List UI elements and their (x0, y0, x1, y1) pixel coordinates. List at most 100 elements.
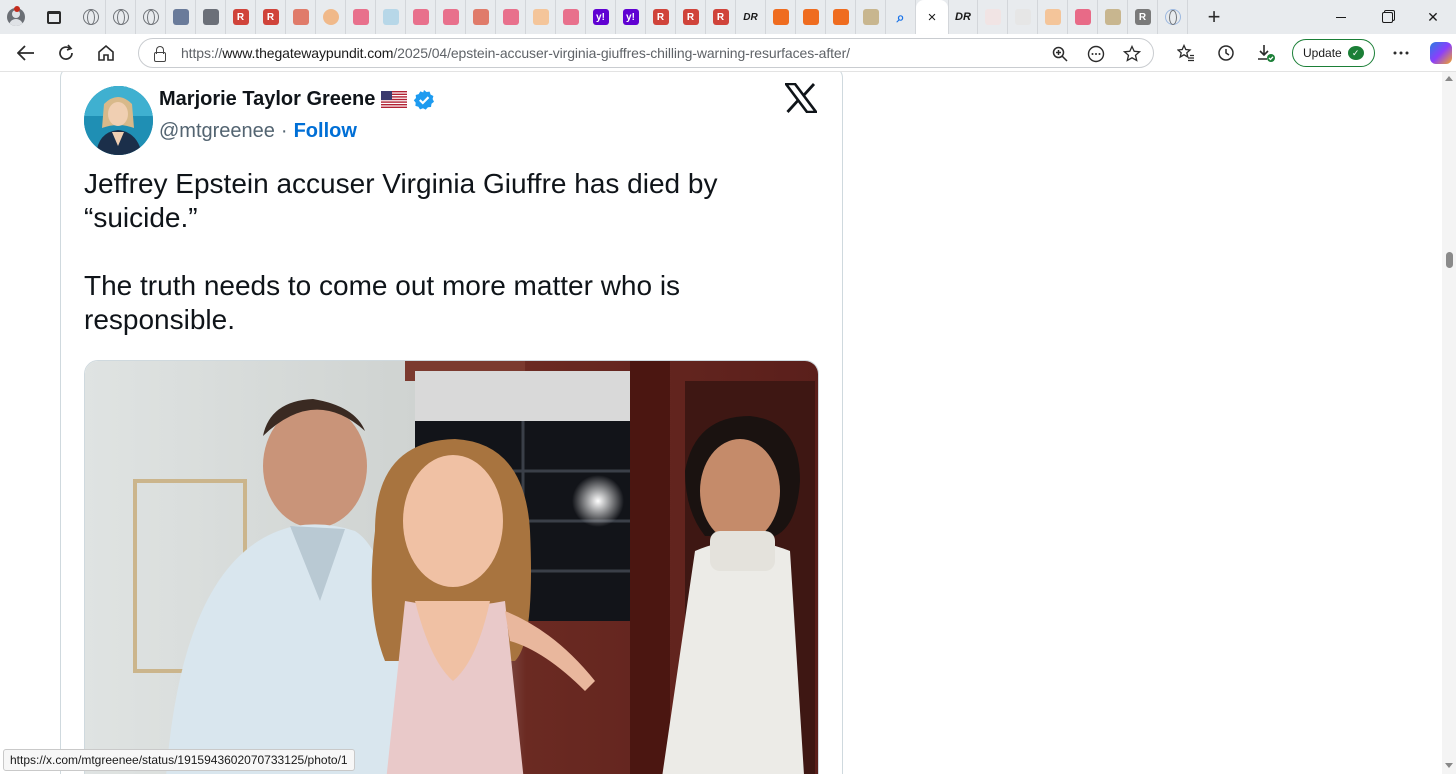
copilot-button[interactable] (1421, 37, 1456, 69)
tab-r[interactable]: R (1128, 0, 1158, 34)
tab-strip: R Ry! y! R R R DR ⌕ × DR R + ✕ (0, 0, 1456, 34)
globe-icon (112, 9, 129, 25)
minimize-button[interactable] (1318, 0, 1364, 34)
tab-bird[interactable] (978, 0, 1008, 34)
author-name-text: Marjorie Taylor Greene (159, 88, 376, 110)
tab-22[interactable]: R (706, 0, 736, 34)
bookmark-icon (202, 9, 219, 25)
youtube-icon (442, 9, 459, 25)
page-content: Marjorie Taylor Greene @mtgreenee · Foll… (0, 72, 1442, 774)
handle[interactable]: @mtgreenee (159, 120, 275, 143)
tab-chart[interactable] (1008, 0, 1038, 34)
favorites-button[interactable] (1166, 37, 1206, 69)
status-url-bubble: https://x.com/mtgreenee/status/191594360… (3, 749, 355, 771)
page-scrollbar[interactable] (1442, 72, 1456, 774)
address-bar[interactable]: https://www.thegatewaypundit.com/2025/04… (138, 38, 1154, 68)
news-icon (172, 9, 189, 25)
avatar-image (84, 86, 153, 155)
zoom-icon[interactable] (1049, 43, 1071, 65)
home-icon (98, 44, 114, 61)
restore-button[interactable] (1364, 0, 1410, 34)
rss-icon (802, 9, 819, 25)
tab-15[interactable] (496, 0, 526, 34)
tab-7[interactable]: R (256, 0, 286, 34)
read-aloud-icon[interactable] (1085, 43, 1107, 65)
home-button[interactable] (86, 37, 126, 69)
downloads-button[interactable] (1246, 37, 1286, 69)
photo-image (85, 361, 818, 774)
tab-1[interactable] (76, 0, 106, 34)
tab-17[interactable] (556, 0, 586, 34)
url-text[interactable]: https://www.thegatewaypundit.com/2025/04… (181, 45, 850, 61)
lock-icon[interactable] (151, 45, 167, 62)
tab-6[interactable]: R (226, 0, 256, 34)
favorite-star-icon[interactable] (1121, 43, 1143, 65)
r-icon: R (712, 9, 729, 25)
scroll-up-icon[interactable] (1445, 76, 1453, 81)
tab-5[interactable] (196, 0, 226, 34)
scroll-down-icon[interactable] (1445, 763, 1453, 768)
tab-23[interactable]: DR (736, 0, 766, 34)
avatar[interactable] (84, 86, 153, 155)
more-button[interactable] (1381, 37, 1421, 69)
r-icon: R (232, 9, 249, 25)
tab-20[interactable]: R (646, 0, 676, 34)
new-tab-button[interactable]: + (1194, 0, 1234, 34)
tab-8[interactable] (286, 0, 316, 34)
tweet-photo[interactable] (84, 360, 819, 774)
photo-icon (1104, 9, 1121, 25)
tab-actions-button[interactable] (32, 0, 76, 34)
tab-list: R Ry! y! R R R DR ⌕ (76, 0, 916, 34)
more-dots-icon (1393, 51, 1409, 55)
tab-24[interactable] (766, 0, 796, 34)
tab-26[interactable] (826, 0, 856, 34)
close-tab-icon[interactable]: × (928, 9, 937, 26)
pdf-icon (292, 9, 309, 25)
follow-link[interactable]: Follow (294, 120, 357, 143)
tab-9[interactable] (316, 0, 346, 34)
refresh-icon (59, 43, 73, 60)
rss-icon (832, 9, 849, 25)
g-icon (1164, 9, 1181, 25)
tab-photo[interactable] (1098, 0, 1128, 34)
tab-3[interactable] (136, 0, 166, 34)
tab-21[interactable]: R (676, 0, 706, 34)
back-button[interactable] (6, 37, 46, 69)
tab-18[interactable]: y! (586, 0, 616, 34)
history-button[interactable] (1206, 37, 1246, 69)
us-flag-icon (381, 91, 408, 108)
close-window-button[interactable]: ✕ (1410, 0, 1456, 34)
bird-icon (984, 9, 1001, 25)
tab-12[interactable] (406, 0, 436, 34)
tab-28[interactable]: ⌕ (886, 0, 916, 34)
tab-13[interactable] (436, 0, 466, 34)
embedded-tweet[interactable]: Marjorie Taylor Greene @mtgreenee · Foll… (60, 72, 843, 774)
active-tab[interactable]: × (916, 0, 948, 34)
tab-11[interactable] (376, 0, 406, 34)
r-icon: R (1134, 9, 1151, 25)
tab-2[interactable] (106, 0, 136, 34)
scroll-thumb[interactable] (1446, 252, 1453, 268)
tab-19[interactable]: y! (616, 0, 646, 34)
favorites-icon (1177, 44, 1194, 62)
b-icon (1044, 9, 1061, 25)
globe-icon (82, 9, 99, 25)
tab-25[interactable] (796, 0, 826, 34)
update-label: Update (1303, 46, 1342, 60)
refresh-button[interactable] (46, 37, 86, 69)
tab-10[interactable] (346, 0, 376, 34)
tab-g[interactable] (1158, 0, 1188, 34)
tab-dr[interactable]: DR (948, 0, 978, 34)
tab-4[interactable] (166, 0, 196, 34)
verified-badge-icon (414, 89, 435, 110)
tab-16[interactable] (526, 0, 556, 34)
update-button[interactable]: Update ✓ (1292, 39, 1375, 67)
tab-27[interactable] (856, 0, 886, 34)
globe-icon (142, 9, 159, 25)
tab-14[interactable] (466, 0, 496, 34)
tab-youtube[interactable] (1068, 0, 1098, 34)
profile-button[interactable] (0, 0, 32, 34)
author-name[interactable]: Marjorie Taylor Greene (159, 88, 435, 111)
tab-b[interactable] (1038, 0, 1068, 34)
copilot-icon (1429, 42, 1452, 64)
